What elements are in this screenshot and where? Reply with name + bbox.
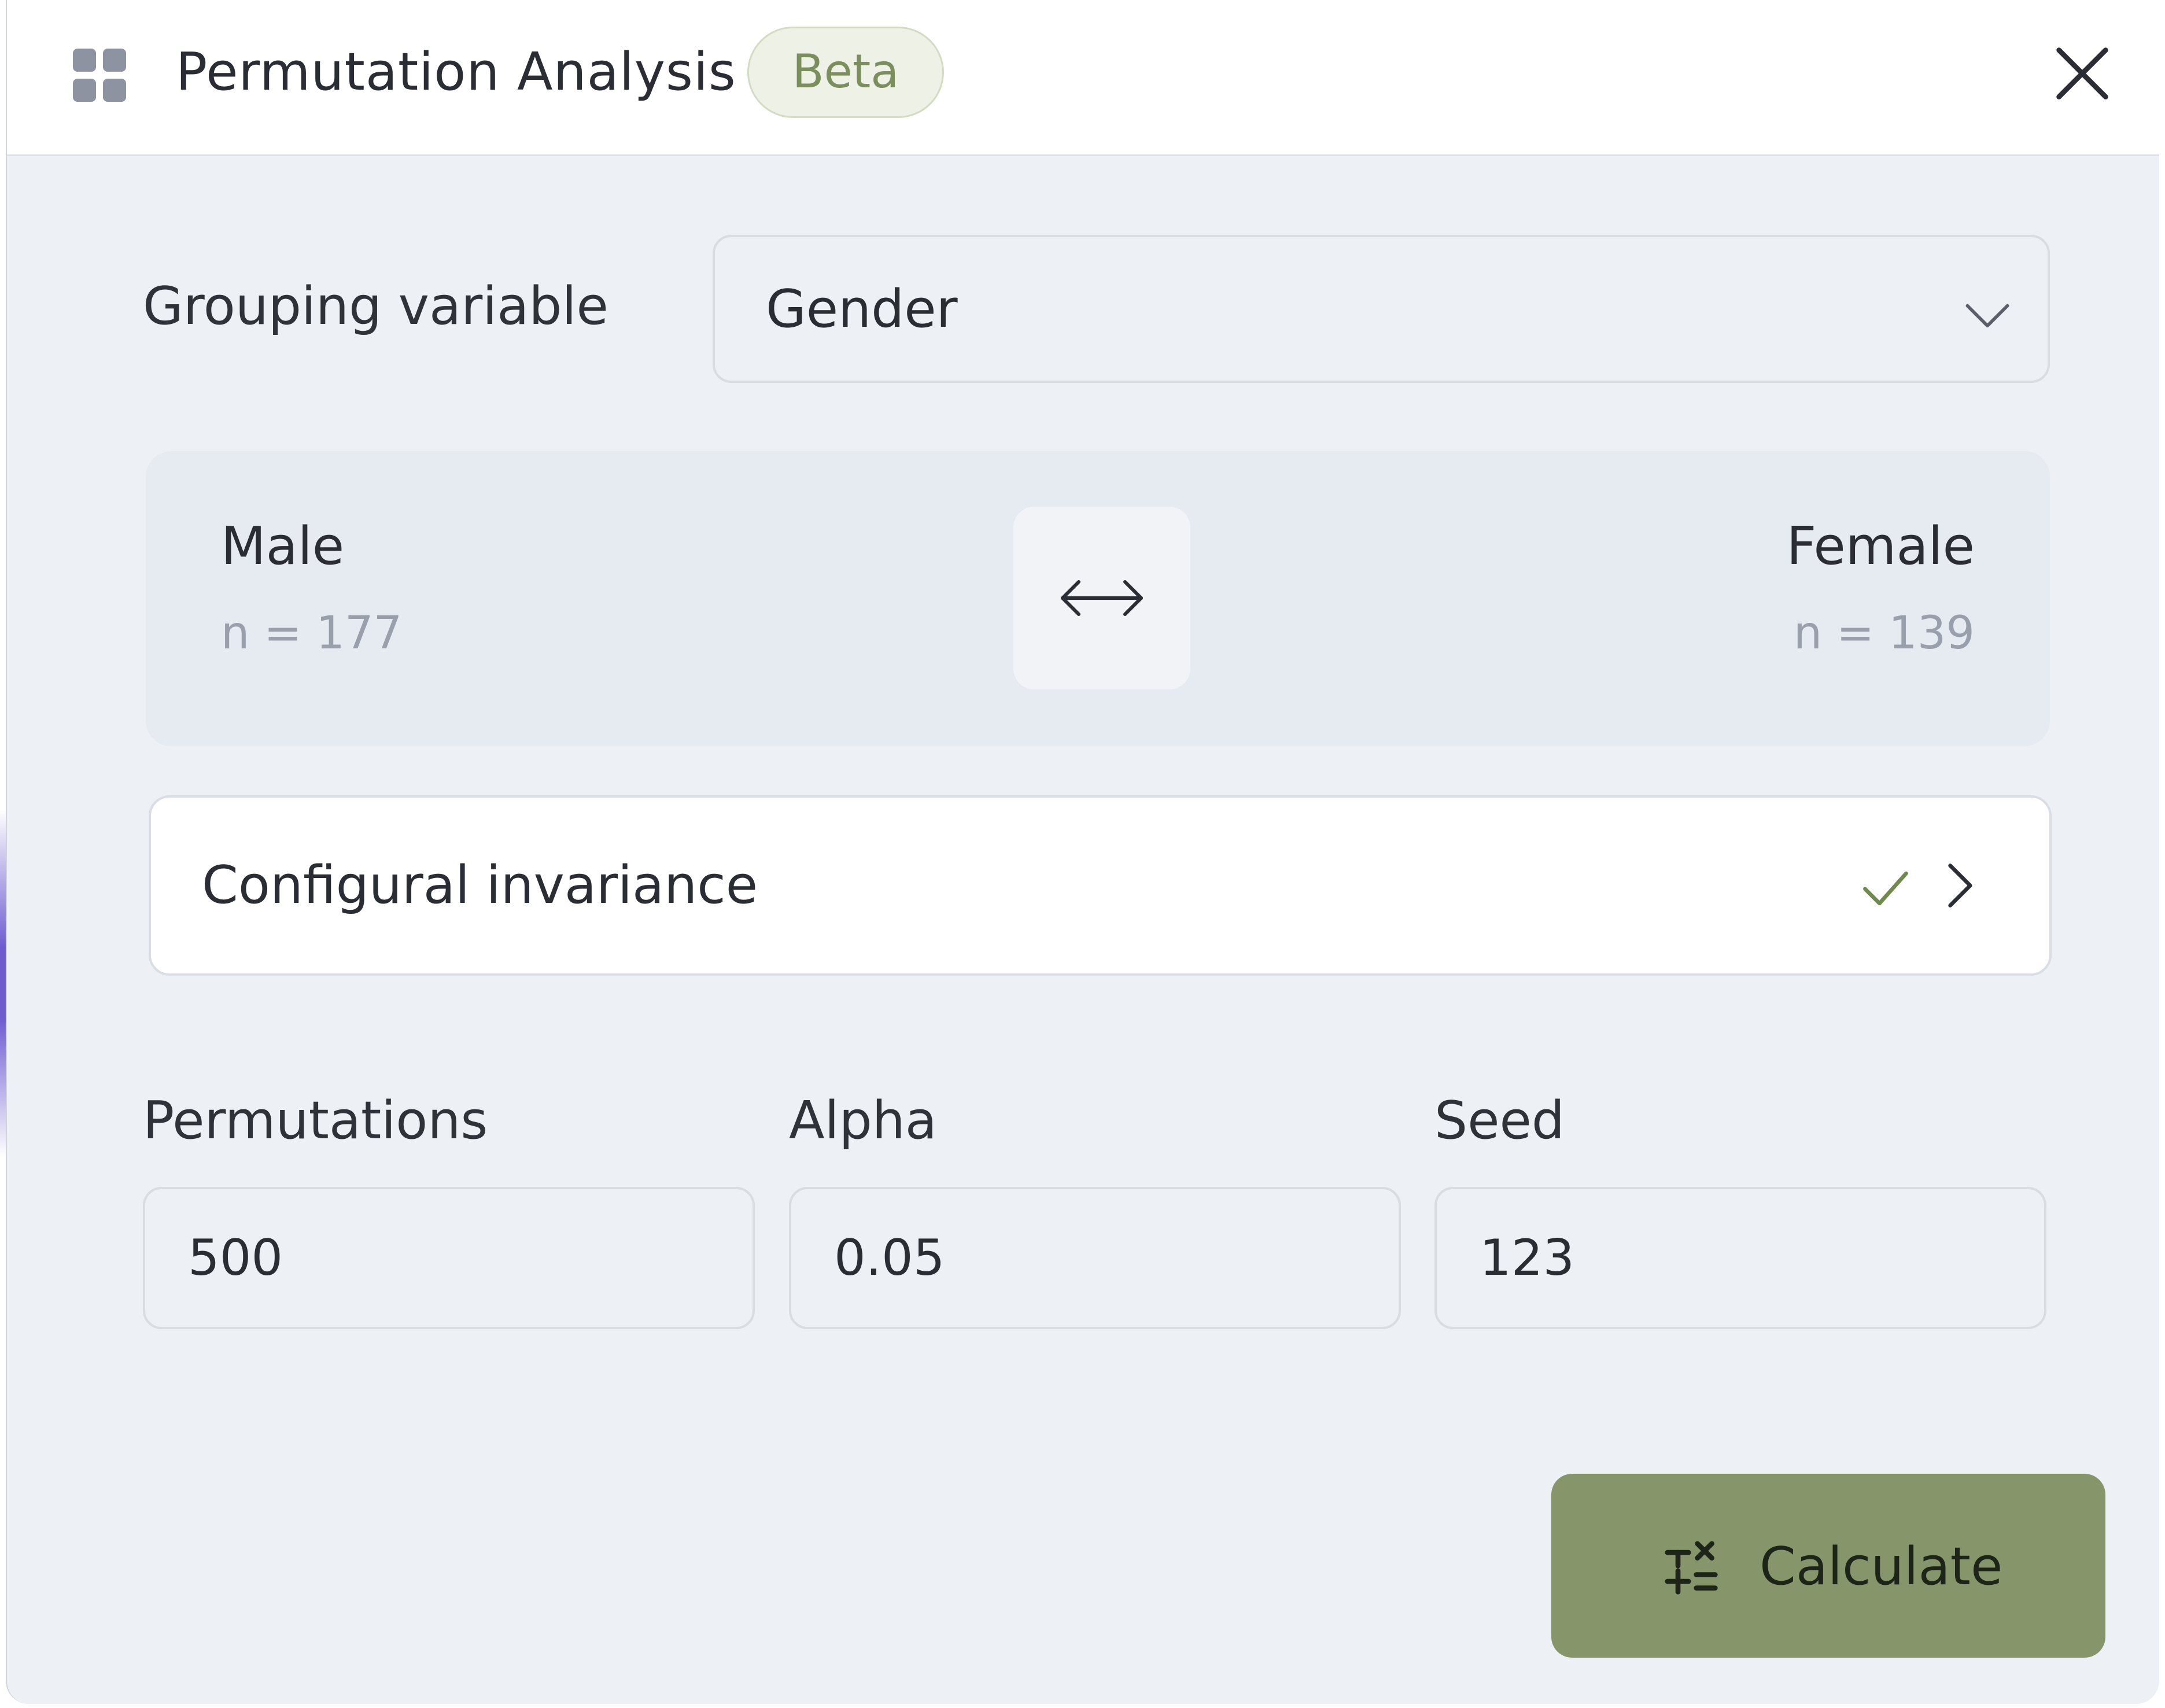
alpha-input[interactable] xyxy=(789,1187,1401,1329)
beta-badge: Beta xyxy=(747,27,944,118)
seed-input[interactable] xyxy=(1434,1187,2046,1329)
grouping-variable-select[interactable]: Gender xyxy=(713,235,2050,383)
alpha-label: Alpha xyxy=(789,1090,937,1151)
grouping-variable-value: Gender xyxy=(766,279,958,340)
configural-invariance-label: Configural invariance xyxy=(202,855,758,916)
configural-invariance-row[interactable]: Configural invariance xyxy=(149,795,2052,976)
chevron-down-icon xyxy=(1965,304,2009,328)
group-left-count: n = 177 xyxy=(221,607,403,659)
calculate-button[interactable]: Calculate xyxy=(1551,1474,2105,1658)
calculate-label: Calculate xyxy=(1760,1536,2003,1597)
dialog-header: Permutation Analysis Beta xyxy=(7,0,2159,156)
calculator-icon xyxy=(1665,1541,1718,1595)
swap-arrows-icon xyxy=(1061,580,1143,616)
chevron-right-icon xyxy=(1948,864,1972,908)
permutation-analysis-dialog: Permutation Analysis Beta Grouping varia… xyxy=(6,0,2159,1704)
grouping-variable-label: Grouping variable xyxy=(143,276,608,337)
seed-label: Seed xyxy=(1434,1090,1565,1151)
close-icon[interactable] xyxy=(2046,37,2119,110)
window-accent-edge xyxy=(0,810,6,1157)
permutations-label: Permutations xyxy=(143,1090,488,1151)
group-right-name: Female xyxy=(1786,516,1975,577)
permutations-input[interactable] xyxy=(143,1187,755,1329)
group-comparison-panel: Male n = 177 Female n = 139 xyxy=(146,451,2050,746)
grid-icon xyxy=(73,49,126,102)
dialog-title: Permutation Analysis xyxy=(176,42,736,102)
group-left-name: Male xyxy=(221,516,345,577)
swap-groups-button[interactable] xyxy=(1013,507,1190,689)
check-icon xyxy=(1863,871,1908,906)
group-right-count: n = 139 xyxy=(1793,607,1975,659)
